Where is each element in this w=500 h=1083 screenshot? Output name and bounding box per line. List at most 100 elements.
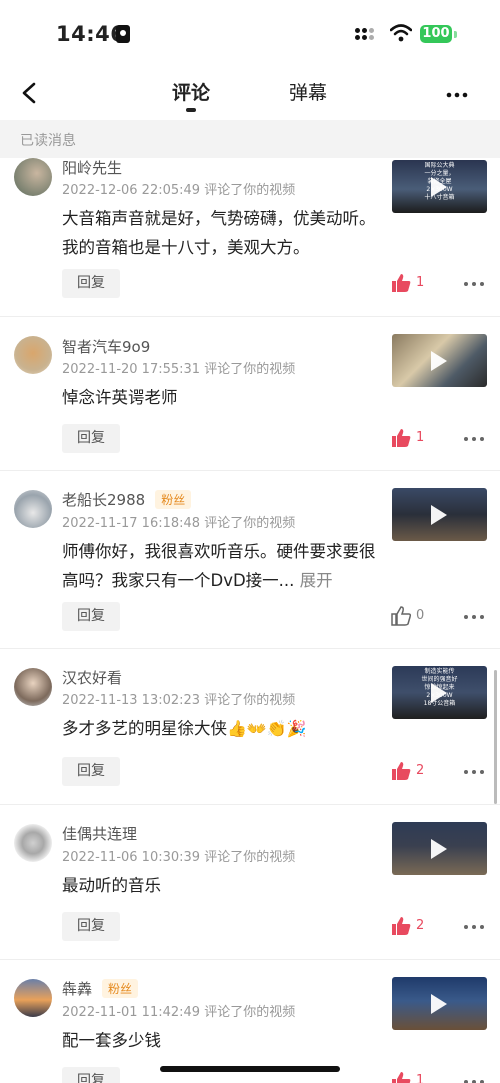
more-icon[interactable] [464,917,486,937]
comment-meta: 2022-11-13 13:02:23 评论了你的视频 [62,693,296,708]
reply-button[interactable]: 回复 [62,1067,120,1083]
comment-meta: 2022-12-06 22:05:49 评论了你的视频 [62,183,296,198]
scrollbar[interactable] [494,670,497,804]
sim-icon [116,25,130,43]
like-button[interactable]: 0 [390,605,430,629]
status-time: 14:46 [56,22,126,46]
reply-button[interactable]: 回复 [62,602,120,631]
fan-badge: 粉丝 [102,979,139,998]
more-icon[interactable] [464,607,486,627]
username-text: 老船长2988 [62,491,146,509]
like-button[interactable]: 2 [390,915,430,939]
wifi-icon [390,24,412,42]
play-icon [431,505,447,525]
play-icon [431,351,447,371]
more-icon[interactable] [464,429,486,449]
avatar[interactable] [14,668,52,706]
thumb-caption: 制造实能传 [424,668,455,675]
like-count: 2 [416,763,425,778]
nav-bar: 评论 弹幕 [0,66,500,120]
comment-text: 多才多艺的明星徐大侠👍👐👏🎉 [62,714,382,743]
thumbs-up-filled-icon [392,1072,411,1083]
avatar[interactable] [14,158,52,196]
thumbs-up-outline-icon [391,606,412,626]
avatar[interactable] [14,979,52,1017]
thumbs-up-filled-icon [392,429,411,447]
status-bar: 14:46 100 [0,0,500,66]
username[interactable]: 汉农好看 [62,667,122,688]
like-button[interactable]: 2 [390,760,430,784]
username[interactable]: 老船长2988 粉丝 [62,489,192,510]
like-count: 1 [416,1073,425,1083]
thumbs-up-filled-icon [392,762,411,780]
username[interactable]: 佳偶共连理 [62,823,137,844]
fan-badge: 粉丝 [155,490,192,509]
video-thumbnail[interactable]: 国际公大典 一分之量， 装修全屋 2×300W 十八寸音箱 [392,160,487,213]
comment-meta: 2022-11-17 16:18:48 评论了你的视频 [62,516,296,531]
more-icon[interactable] [464,1072,486,1083]
read-messages-header: 已读消息 [0,120,500,158]
read-messages-label: 已读消息 [20,133,76,149]
thumbs-up-filled-icon [392,917,411,935]
reply-button[interactable]: 回复 [62,269,120,298]
like-count: 0 [416,608,425,623]
open-hands-emoji: 👐 [246,719,267,738]
comment-item[interactable]: 阳岭先生 2022-12-06 22:05:49 评论了你的视频 大音箱声音就是… [0,158,500,317]
username[interactable]: 智者汽车9o9 [62,336,150,357]
comment-meta: 2022-11-20 17:55:31 评论了你的视频 [62,362,296,377]
comment-text: 配一套多少钱 [62,1031,161,1050]
comment-meta: 2022-11-06 10:30:39 评论了你的视频 [62,850,296,865]
like-count: 1 [416,430,425,445]
reply-button[interactable]: 回复 [62,424,120,453]
tab-comments[interactable]: 评论 [172,78,210,105]
comment-text-body: 多才多艺的明星徐大侠 [62,719,227,738]
like-button[interactable]: 1 [390,272,430,296]
more-icon[interactable] [464,274,486,294]
comment-item[interactable]: 犇羴 粉丝 2022-11-01 11:42:49 评论了你的视频 配一套多少钱 … [0,959,500,1083]
video-thumbnail[interactable] [392,488,487,541]
comment-text: 悼念许英谔老师 [62,388,178,407]
home-indicator[interactable] [160,1066,340,1072]
comment-item[interactable]: 智者汽车9o9 2022-11-20 17:55:31 评论了你的视频 悼念许英… [0,316,500,471]
expand-link[interactable]: 展开 [300,571,333,590]
avatar[interactable] [14,336,52,374]
comment-item[interactable]: 佳偶共连理 2022-11-06 10:30:39 评论了你的视频 最动听的音乐… [0,804,500,960]
back-arrow-icon[interactable] [16,78,44,108]
video-thumbnail[interactable] [392,822,487,875]
username[interactable]: 阳岭先生 [62,158,122,178]
active-tab-indicator [186,108,196,112]
video-thumbnail[interactable] [392,334,487,387]
like-button[interactable]: 1 [390,1070,430,1083]
thumb-caption: 国际公大典 [424,162,455,169]
like-count: 2 [416,918,425,933]
comment-list: 阳岭先生 2022-12-06 22:05:49 评论了你的视频 大音箱声音就是… [0,158,500,1083]
thumbs-up-filled-icon [392,274,411,292]
reply-button[interactable]: 回复 [62,912,120,941]
clapping-emoji: 👏 [266,719,287,738]
comment-item[interactable]: 老船长2988 粉丝 2022-11-17 16:18:48 评论了你的视频 师傅… [0,470,500,649]
comment-meta: 2022-11-01 11:42:49 评论了你的视频 [62,1005,296,1020]
battery-tip [454,31,457,38]
tab-danmu[interactable]: 弹幕 [289,78,327,105]
comment-item[interactable]: 汉农好看 2022-11-13 13:02:23 评论了你的视频 多才多艺的明星… [0,648,500,805]
like-button[interactable]: 1 [390,427,430,451]
like-count: 1 [416,275,425,290]
battery-icon: 100 [420,25,452,43]
avatar[interactable] [14,490,52,528]
party-popper-emoji: 🎉 [286,719,307,738]
username[interactable]: 犇羴 粉丝 [62,978,139,999]
reply-button[interactable]: 回复 [62,757,120,786]
more-icon[interactable] [464,762,486,782]
video-thumbnail[interactable] [392,977,487,1030]
play-icon [431,683,447,703]
comment-text: 最动听的音乐 [62,876,161,895]
play-icon [431,994,447,1014]
avatar[interactable] [14,824,52,862]
comment-text: 师傅你好，我很喜欢听音乐。硬件要求要很高吗？我家只有一个DvD接一... 展开 [62,537,382,595]
thumbs-up-emoji: 👍 [227,719,247,738]
username-text: 犇羴 [62,980,93,998]
cellular-signal-icon [355,28,379,42]
more-options-icon[interactable] [444,82,470,108]
play-icon [431,839,447,859]
video-thumbnail[interactable]: 制造实能传 世间的强音好 惊险惊起来 2×300W 18寸公音箱 [392,666,487,719]
